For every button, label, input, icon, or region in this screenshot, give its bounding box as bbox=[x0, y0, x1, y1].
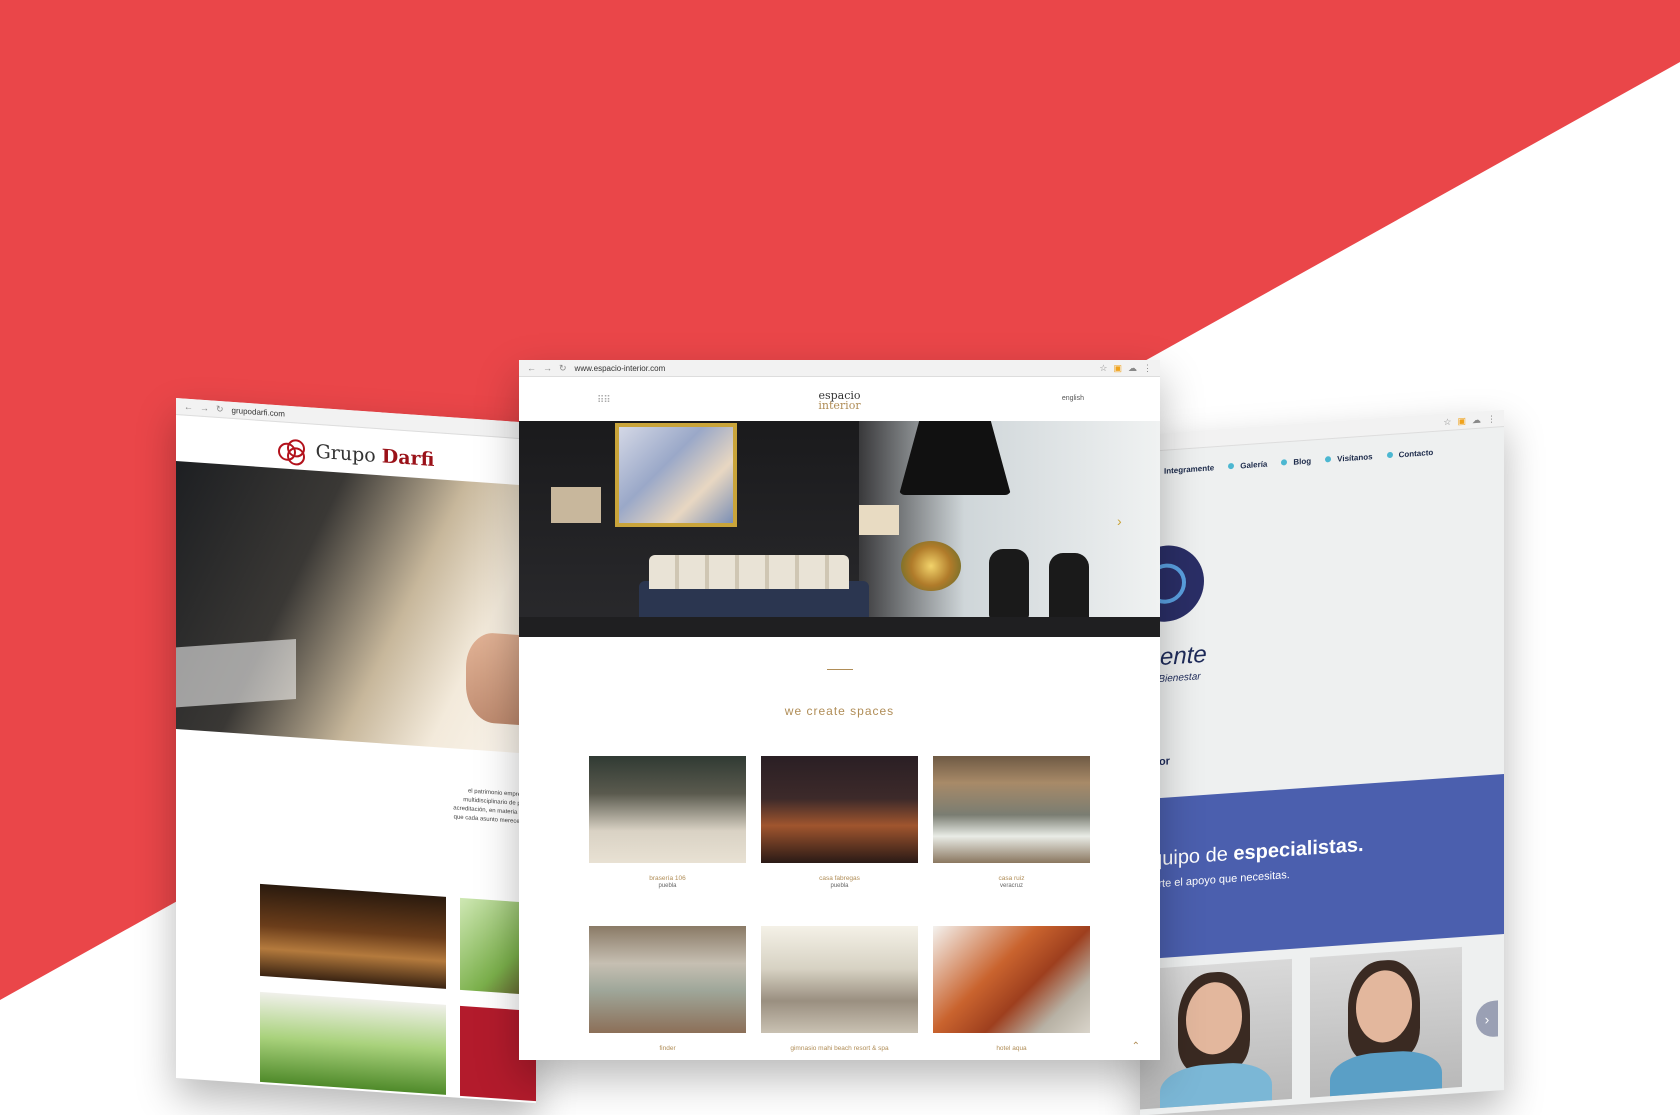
project-location: puebla bbox=[830, 883, 849, 889]
more-menu-icon[interactable]: ⋮ bbox=[1143, 363, 1152, 374]
nav-label: Galería bbox=[1240, 459, 1268, 471]
cloud-icon[interactable]: ☁ bbox=[1128, 363, 1137, 374]
project-location: puebla bbox=[658, 883, 677, 889]
project-card[interactable]: brasería 106 puebla bbox=[589, 756, 746, 889]
brand-prefix: Grupo bbox=[315, 440, 376, 467]
bullet-icon bbox=[1325, 456, 1332, 463]
nav-item-visitanos[interactable]: Visítanos bbox=[1325, 452, 1373, 464]
section-divider bbox=[826, 669, 853, 670]
nav-item-contacto[interactable]: Contacto bbox=[1386, 447, 1434, 460]
address-bar[interactable]: www.espacio-interior.com bbox=[575, 364, 1100, 373]
bullet-icon bbox=[1386, 451, 1393, 459]
hero-image-office bbox=[176, 461, 536, 755]
hero-image-living-room: › bbox=[519, 421, 1160, 637]
scroll-up-icon[interactable]: ⌃ bbox=[1132, 1041, 1140, 1052]
rings-logo-icon bbox=[277, 438, 308, 466]
browser-mockup-espacio-interior: ← → ↻ www.espacio-interior.com ☆ ▣ ☁ ⋮ ⠿⠿ esp… bbox=[519, 360, 1160, 1060]
painting bbox=[615, 423, 737, 527]
more-menu-icon[interactable]: ⋮ bbox=[1487, 413, 1496, 425]
bookmark-star-icon[interactable]: ☆ bbox=[1099, 363, 1107, 374]
specialist-photo[interactable] bbox=[1310, 946, 1462, 1098]
forward-icon[interactable]: → bbox=[200, 402, 209, 414]
specialist-photo[interactable] bbox=[1140, 958, 1292, 1110]
project-image bbox=[761, 756, 918, 863]
project-title: brasería 106 bbox=[649, 875, 686, 882]
nav-item-galeria[interactable]: Galería bbox=[1228, 460, 1267, 472]
reload-icon[interactable]: ↻ bbox=[216, 403, 224, 415]
tile-books[interactable] bbox=[260, 883, 446, 989]
nav-item-blog[interactable]: Blog bbox=[1281, 456, 1311, 467]
carousel-next-icon[interactable]: › bbox=[1476, 1000, 1498, 1038]
forward-icon[interactable]: → bbox=[543, 363, 552, 374]
logo-line-2: interior bbox=[818, 399, 861, 412]
project-card[interactable]: casa fabregas puebla bbox=[761, 756, 918, 889]
project-card[interactable]: hotel aqua bbox=[933, 926, 1090, 1052]
site-header: ⠿⠿ espacio interior english bbox=[519, 377, 1160, 421]
browser-mockup-grupo-darfi: ← → ↻ grupodarfi.com Grupo Darfi el patrim… bbox=[176, 398, 536, 1104]
bookmark-star-icon[interactable]: ☆ bbox=[1443, 416, 1451, 428]
reload-icon[interactable]: ↻ bbox=[559, 363, 567, 374]
nav-label: Blog bbox=[1293, 456, 1312, 467]
nav-label: Contacto bbox=[1398, 447, 1434, 460]
project-title: casa ruiz bbox=[998, 875, 1025, 882]
brand-name: Darfi bbox=[381, 445, 435, 472]
extension-icon[interactable]: ▣ bbox=[1457, 415, 1466, 427]
nav-label: Integramente bbox=[1164, 463, 1215, 476]
project-location: veracruz bbox=[999, 883, 1023, 889]
browser-mockup-integramente: ☆ ▣ ☁ ⋮ Integramente Galería Blog Visítanos… bbox=[1140, 410, 1504, 1115]
specialists-band: equipo de especialistas. ndarte el apoyo… bbox=[1140, 774, 1504, 960]
nav-label: Visítanos bbox=[1337, 452, 1373, 464]
back-icon[interactable]: ← bbox=[527, 363, 536, 374]
band-subtext: ndarte el apoyo que necesitas. bbox=[1140, 868, 1290, 892]
project-card[interactable]: gimnasio mahi beach resort & spa bbox=[761, 926, 918, 1052]
project-card[interactable]: casa ruiz veracruz bbox=[933, 756, 1090, 889]
project-title: gimnasio mahi beach resort & spa bbox=[790, 1045, 889, 1052]
hero-paper bbox=[176, 638, 296, 708]
tile-plants-coins[interactable] bbox=[260, 991, 446, 1095]
language-link[interactable]: english bbox=[1062, 395, 1084, 402]
bullet-icon bbox=[1228, 462, 1235, 470]
project-image bbox=[933, 756, 1090, 863]
project-title: casa fabregas bbox=[819, 875, 860, 882]
nav-item-integramente[interactable]: Integramente bbox=[1152, 463, 1214, 476]
project-title: finder bbox=[659, 1045, 676, 1052]
band-heading: equipo de especialistas. bbox=[1140, 834, 1364, 873]
project-image bbox=[761, 926, 918, 1033]
project-title: hotel aqua bbox=[996, 1045, 1027, 1052]
tagline: we create spaces bbox=[784, 704, 895, 718]
project-image bbox=[933, 926, 1090, 1033]
carousel-next-icon[interactable]: › bbox=[1117, 513, 1122, 529]
back-icon[interactable]: ← bbox=[184, 401, 193, 413]
bullet-icon bbox=[1281, 459, 1288, 466]
browser-toolbar: ← → ↻ www.espacio-interior.com ☆ ▣ ☁ ⋮ bbox=[519, 360, 1160, 377]
band-heading-bold: especialistas. bbox=[1233, 833, 1364, 865]
cloud-icon[interactable]: ☁ bbox=[1472, 414, 1481, 426]
project-image bbox=[589, 756, 746, 863]
project-image bbox=[589, 926, 746, 1033]
project-card[interactable]: finder bbox=[589, 926, 746, 1052]
extension-icon[interactable]: ▣ bbox=[1113, 363, 1122, 374]
